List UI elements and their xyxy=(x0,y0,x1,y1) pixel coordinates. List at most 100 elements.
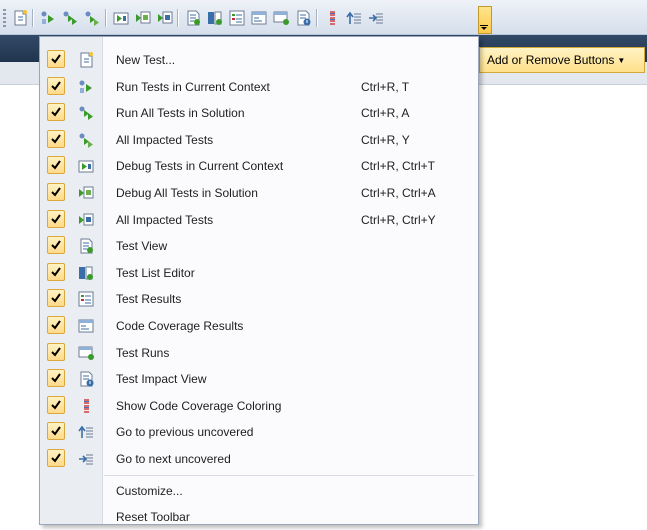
menu-item-next-uncovered[interactable]: Go to next uncovered xyxy=(40,446,478,472)
checkmark-icon[interactable] xyxy=(47,395,65,414)
code-coverage-results-toolbar-button[interactable] xyxy=(249,8,269,28)
menu-item-test-view[interactable]: Test View xyxy=(40,233,478,259)
code-coverage-results-icon xyxy=(249,9,269,27)
debug-impacted-tests-toolbar-button[interactable] xyxy=(155,8,175,28)
new-test-icon xyxy=(77,51,95,69)
menu-item-debug-impacted-tests[interactable]: All Impacted Tests Ctrl+R, Ctrl+Y xyxy=(40,207,478,233)
checkmark-icon[interactable] xyxy=(47,262,65,281)
run-tests-in-context-icon xyxy=(38,9,58,27)
test-tools-toolbar xyxy=(0,0,647,35)
checkmark-icon[interactable] xyxy=(47,369,65,388)
debug-all-tests-icon xyxy=(133,9,153,27)
toolbar-separator xyxy=(105,9,106,27)
menu-item-test-results[interactable]: Test Results xyxy=(40,286,478,312)
test-results-icon xyxy=(227,9,247,27)
test-results-icon xyxy=(77,290,95,308)
run-all-tests-toolbar-button[interactable] xyxy=(60,8,80,28)
menu-item-label: Run Tests in Current Context xyxy=(116,79,270,94)
show-coverage-coloring-icon xyxy=(322,9,342,27)
test-list-editor-toolbar-button[interactable] xyxy=(205,8,225,28)
new-test-toolbar-button[interactable] xyxy=(10,8,30,28)
toolbar-buttons-menu: New Test... Run Tests in Current Context C… xyxy=(39,36,479,525)
menu-item-test-impact-view[interactable]: Test Impact View xyxy=(40,366,478,392)
menu-item-label: Test List Editor xyxy=(116,265,195,280)
checkmark-icon[interactable] xyxy=(47,422,65,441)
run-tests-in-context-toolbar-button[interactable] xyxy=(38,8,58,28)
menu-item-code-coverage-results[interactable]: Code Coverage Results xyxy=(40,313,478,339)
test-list-editor-icon xyxy=(205,9,225,27)
debug-impacted-tests-icon xyxy=(155,9,175,27)
next-uncovered-icon xyxy=(366,9,386,27)
menu-item-shortcut: Ctrl+R, Ctrl+A xyxy=(361,186,436,200)
next-uncovered-icon xyxy=(77,450,95,468)
chevron-down-icon xyxy=(480,25,488,30)
test-view-icon xyxy=(77,237,95,255)
checkmark-icon[interactable] xyxy=(47,76,65,95)
show-coverage-coloring-toolbar-button[interactable] xyxy=(322,8,342,28)
menu-item-label: Customize... xyxy=(116,484,183,498)
next-uncovered-toolbar-button[interactable] xyxy=(366,8,386,28)
test-impact-view-toolbar-button[interactable] xyxy=(293,8,313,28)
menu-item-test-list-editor[interactable]: Test List Editor xyxy=(40,260,478,286)
checkmark-icon[interactable] xyxy=(47,50,65,68)
debug-all-tests-toolbar-button[interactable] xyxy=(133,8,153,28)
checkmark-icon[interactable] xyxy=(47,289,65,308)
menu-item-label: Test View xyxy=(116,239,168,254)
previous-uncovered-icon xyxy=(77,423,95,441)
add-or-remove-buttons-label: Add or Remove Buttons xyxy=(487,53,615,67)
menu-item-shortcut: Ctrl+R, T xyxy=(361,79,410,94)
menu-item-show-coverage-coloring[interactable]: Show Code Coverage Coloring xyxy=(40,393,478,419)
menu-item-run-all-tests[interactable]: Run All Tests in Solution Ctrl+R, A xyxy=(40,100,478,126)
menu-item-run-impacted-tests[interactable]: All Impacted Tests Ctrl+R, Y xyxy=(40,127,478,153)
test-runs-icon xyxy=(77,344,95,362)
menu-item-shortcut: Ctrl+R, Ctrl+T xyxy=(361,159,436,174)
run-tests-in-context-icon xyxy=(77,78,95,96)
checkmark-icon[interactable] xyxy=(47,316,65,334)
checkmark-icon[interactable] xyxy=(47,342,65,361)
new-test-icon xyxy=(10,9,30,27)
previous-uncovered-toolbar-button[interactable] xyxy=(344,8,364,28)
run-impacted-tests-toolbar-button[interactable] xyxy=(82,8,102,28)
test-runs-toolbar-button[interactable] xyxy=(271,8,291,28)
debug-tests-in-context-icon xyxy=(77,157,95,175)
menu-item-shortcut: Ctrl+R, Y xyxy=(361,132,410,147)
checkmark-icon[interactable] xyxy=(47,129,65,148)
checkmark-icon[interactable] xyxy=(47,236,65,255)
checkmark-icon[interactable] xyxy=(47,449,65,467)
test-impact-view-icon xyxy=(77,370,95,388)
menu-item-label: Test Results xyxy=(116,292,182,307)
debug-tests-in-context-toolbar-button[interactable] xyxy=(111,8,131,28)
test-view-icon xyxy=(183,9,203,27)
menu-item-label: Test Runs xyxy=(116,345,170,360)
menu-separator xyxy=(104,475,474,476)
menu-item-debug-tests-in-context[interactable]: Debug Tests in Current Context Ctrl+R, Ct… xyxy=(40,153,478,179)
toolbar-separator xyxy=(177,9,178,27)
reset-toolbar-menu-item[interactable]: Reset Toolbar xyxy=(102,504,478,530)
test-results-toolbar-button[interactable] xyxy=(227,8,247,28)
run-impacted-tests-icon xyxy=(77,131,95,149)
add-or-remove-buttons-item[interactable]: Add or Remove Buttons ▼ xyxy=(479,47,645,73)
checkmark-icon[interactable] xyxy=(47,103,65,122)
menu-item-test-runs[interactable]: Test Runs xyxy=(40,340,478,366)
debug-all-tests-icon xyxy=(77,184,95,202)
menu-item-new-test[interactable]: New Test... xyxy=(40,47,478,73)
checkmark-icon[interactable] xyxy=(47,156,65,175)
menu-item-previous-uncovered[interactable]: Go to previous uncovered xyxy=(40,419,478,445)
run-all-tests-icon xyxy=(60,9,80,27)
menu-item-label: All Impacted Tests xyxy=(116,212,214,227)
run-impacted-tests-icon xyxy=(82,9,102,27)
toolbar-grip[interactable] xyxy=(3,9,6,27)
checkmark-icon[interactable] xyxy=(47,209,65,228)
menu-item-label: Go to next uncovered xyxy=(116,452,231,466)
toolbar-overflow-button[interactable] xyxy=(478,6,492,34)
checkmark-icon[interactable] xyxy=(47,183,65,201)
test-view-toolbar-button[interactable] xyxy=(183,8,203,28)
menu-item-debug-all-tests[interactable]: Debug All Tests in Solution Ctrl+R, Ctrl+… xyxy=(40,180,478,206)
menu-item-label: New Test... xyxy=(116,53,176,67)
customize-menu-item[interactable]: Customize... xyxy=(102,478,478,504)
menu-item-label: Run All Tests in Solution xyxy=(116,106,245,121)
menu-item-run-tests-in-context[interactable]: Run Tests in Current Context Ctrl+R, T xyxy=(40,74,478,100)
test-runs-icon xyxy=(271,9,291,27)
toolbar-separator xyxy=(316,9,317,27)
toolbar-separator xyxy=(32,9,33,27)
